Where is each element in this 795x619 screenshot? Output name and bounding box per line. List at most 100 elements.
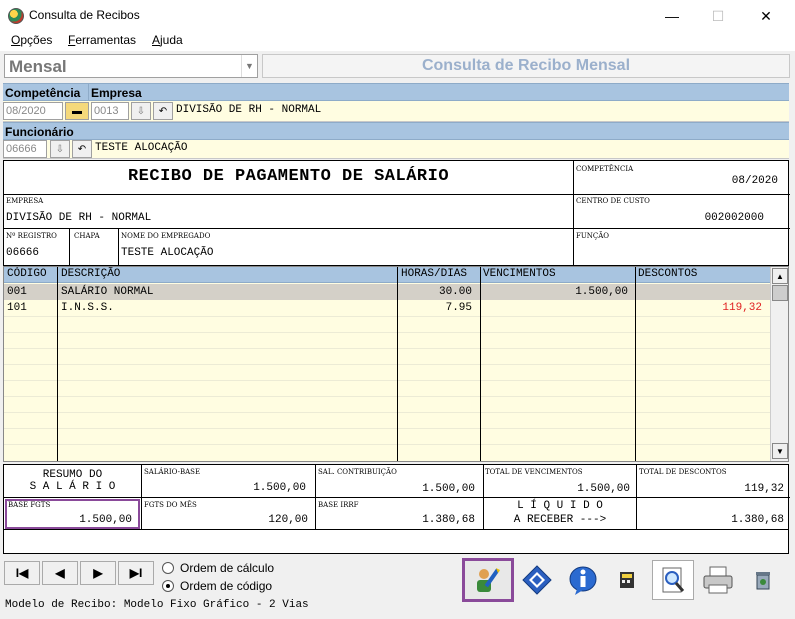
receipt-empresa: DIVISÃO DE RH - NORMAL [6,212,152,224]
scroll-down-icon[interactable]: ▼ [772,443,788,459]
navigate-button[interactable] [516,560,558,600]
cell-descontos: 119,32 [722,302,762,314]
resumo-label: RESUMO DO [42,469,103,481]
menu-ajuda[interactable]: Ajuda [152,33,183,47]
previous-record-button[interactable]: ◀ [42,561,78,585]
cell-descricao: I.N.S.S. [61,302,114,314]
cell-horas: 7.95 [445,302,472,314]
receipt-title: RECIBO DE PAGAMENTO DE SALÁRIO [127,167,450,186]
empresa-label: Empresa [91,86,142,100]
funcionario-code-field[interactable]: 06666 [3,140,47,158]
user-pen-icon [477,568,500,592]
centro-custo: 002002000 [704,212,764,224]
receipt-header: RECIBO DE PAGAMENTO DE SALÁRIO COMPETÊNC… [3,160,790,266]
first-record-button[interactable]: I◀ [4,561,40,585]
radio-icon[interactable] [162,562,174,574]
col-horas: HORAS/DIAS [401,268,468,280]
total-desc: 119,32 [744,483,784,495]
order-code-radio[interactable]: Ordem de código [162,579,312,595]
cell-descricao: SALÁRIO NORMAL [61,286,154,298]
base-fgts: 1.500,00 [79,514,132,526]
print-button[interactable] [697,560,739,600]
col-codigo: CÓDIGO [7,268,47,280]
funcionario-row: 06666 ⇩ ↶ TESTE ALOCAÇÃO [3,140,789,159]
period-type-select[interactable]: Mensal ▼ [4,54,258,78]
folder-icon[interactable]: ▬ [65,102,89,120]
resumo-salario-label: S A L Á R I O [29,481,116,493]
next-record-button[interactable]: ▶ [80,561,116,585]
trash-button[interactable] [742,560,784,600]
filter-header-strip: Competência Empresa [3,83,789,101]
funcao-label: FUNÇÃO [576,232,610,240]
funcionario-name: TESTE ALOCAÇÃO [95,142,188,154]
payslip-table[interactable]: CÓDIGO DESCRIÇÃO HORAS/DIAS VENCIMENTOS … [3,266,789,462]
base-fgts-label: BASE FGTS [8,501,51,509]
table-header: CÓDIGO DESCRIÇÃO HORAS/DIAS VENCIMENTOS … [4,267,770,283]
sal-contrib-label: SAL. CONTRIBUIÇÃO [318,468,397,476]
order-code-label: Ordem de código [180,579,273,593]
centro-custo-label: CENTRO DE CUSTO [576,197,650,205]
app-icon [8,8,24,24]
menu-opcoes[interactable]: Opções [11,33,52,47]
total-desc-label: TOTAL DE DESCONTOS [639,468,727,476]
registro: 06666 [6,247,40,259]
maximize-button[interactable]: ☐ [695,0,741,32]
receipt-competencia: 08/2020 [731,175,778,187]
undo-icon[interactable]: ↶ [153,102,173,120]
registro-label: Nº REGISTRO [6,232,57,240]
liquido-value: 1.380,68 [731,514,784,526]
period-type-value: Mensal [9,57,67,76]
undo-icon[interactable]: ↶ [72,140,92,158]
receipt-competencia-label: COMPETÊNCIA [576,165,634,173]
calculator-button[interactable] [607,560,649,600]
col-descricao: DESCRIÇÃO [61,268,121,280]
calculator-icon [620,572,634,588]
chevron-down-icon[interactable]: ▼ [241,55,257,77]
salario-base-label: SALÁRIO-BASE [144,468,201,476]
base-irrf: 1.380,68 [422,514,475,526]
col-descontos: DESCONTOS [638,268,698,280]
diamond-arrows-icon [522,565,552,595]
cell-codigo: 001 [7,286,27,298]
sal-contrib: 1.500,00 [422,483,475,495]
base-irrf-label: BASE IRRF [318,501,359,509]
empresa-row: 08/2020 ▬ 0013 ⇩ ↶ DIVISÃO DE RH - NORMA… [3,101,789,122]
empresa-name: DIVISÃO DE RH - NORMAL [176,104,322,116]
menu-bar: Opções Ferramentas Ajuda [0,32,795,51]
competencia-label: Competência [5,86,81,100]
liquido-label: L Í Q U I D O [517,500,603,512]
salario-base: 1.500,00 [253,482,306,494]
last-record-button[interactable]: ▶I [118,561,154,585]
cell-codigo: 101 [7,302,27,314]
menu-ferramentas[interactable]: Ferramentas [68,33,136,47]
download-icon[interactable]: ⇩ [131,102,151,120]
order-calc-radio[interactable]: Ordem de cálculo [162,561,312,577]
download-icon[interactable]: ⇩ [50,140,70,158]
competencia-field[interactable]: 08/2020 [3,102,63,120]
minimize-button[interactable]: — [649,0,695,32]
info-button[interactable] [562,560,604,600]
summary-footer [3,530,789,554]
status-bar: Modelo de Recibo: Modelo Fixo Gráfico - … [5,599,309,611]
title-bar: Consulta de Recibos — ☐ ✕ [0,0,795,32]
empresa-code-field[interactable]: 0013 [91,102,129,120]
users-calc-button[interactable] [462,558,514,602]
col-vencimentos: VENCIMENTOS [483,268,556,280]
a-receber-label: A RECEBER ---> [513,514,607,526]
printer-icon [703,566,733,594]
cell-horas: 30.00 [438,286,472,298]
scroll-up-icon[interactable]: ▲ [772,268,788,284]
close-button[interactable]: ✕ [743,0,789,32]
scroll-thumb[interactable] [772,285,788,301]
preview-button[interactable] [652,560,694,600]
fgts-mes-label: FGTS DO MÊS [144,501,197,509]
total-venc-label: TOTAL DE VENCIMENTOS [485,468,583,476]
cell-vencimentos: 1.500,00 [575,286,628,298]
total-venc: 1.500,00 [577,483,630,495]
funcionario-label: Funcionário [5,125,74,139]
vertical-scrollbar[interactable]: ▲ ▼ [770,267,788,461]
nome-empregado-label: NOME DO EMPREGADO [121,232,211,240]
window-title: Consulta de Recibos [29,8,140,22]
page-title: Consulta de Recibo Mensal [262,54,790,78]
radio-selected-icon[interactable] [162,580,174,592]
